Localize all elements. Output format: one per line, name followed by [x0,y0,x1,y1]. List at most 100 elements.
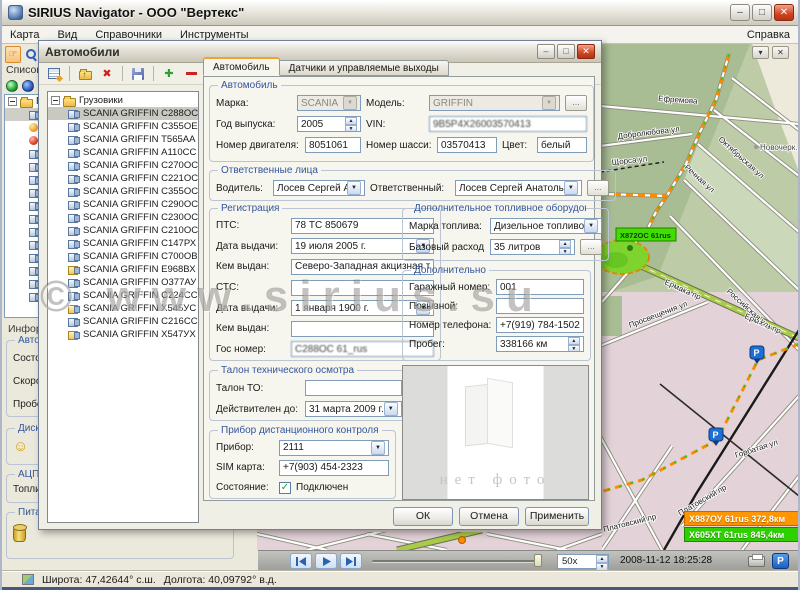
model-browse-button[interactable]: ... [565,95,587,111]
zoom-tool-button[interactable] [23,46,39,63]
collapse-icon[interactable] [8,97,17,106]
spin-up-icon[interactable]: ▲ [568,337,580,345]
spin-up-icon[interactable]: ▲ [345,117,357,125]
persons-browse-button[interactable]: ... [587,180,609,196]
tree-item[interactable]: SCANIA GRIFFIN Е968ВХ 161rus [48,263,198,276]
minimize-button[interactable]: – [730,4,750,21]
restore-button[interactable]: □ [752,4,772,21]
cancel-button[interactable]: Отмена [459,507,519,526]
dialog-close-button[interactable]: ✕ [577,44,595,59]
track-label-orange[interactable]: Х887ОУ 61rus 372,8км [684,511,800,526]
play-button[interactable] [315,553,337,569]
map-canvas[interactable]: Х872ОС 61rus P P Ефремова Добролюбова ул… [600,44,799,550]
sim-field[interactable]: +7(903) 454-2323 [279,460,389,476]
model-select[interactable]: GRIFFIN ▼ [429,95,560,111]
tree-item[interactable]: SCANIA GRIFFIN С355ОС 61rus [48,185,198,198]
tree-item[interactable]: SCANIA GRIFFIN С147РХ 161rus [48,237,198,250]
tree-item[interactable]: SCANIA GRIFFIN С210ОС 61rus [48,224,198,237]
map-collapse-button[interactable]: ▾ [752,46,769,59]
responsible-select[interactable]: Лосев Сергей Анатоль ▼ [455,180,582,196]
callsign-field[interactable] [496,298,584,314]
menu-item[interactable]: Справочники [95,29,162,41]
dropdown-arrow-icon[interactable]: ▼ [384,402,398,416]
chassis-field[interactable]: 03570413 [437,137,497,153]
close-button[interactable]: ✕ [774,4,794,21]
spin-up-icon[interactable]: ▲ [559,240,571,248]
dropdown-arrow-icon[interactable]: ▼ [347,181,361,195]
ok-button[interactable]: ОК [393,507,453,526]
timeline-slider-thumb[interactable] [534,554,542,567]
spin-down-icon[interactable]: ▼ [345,125,357,132]
brand-select[interactable]: SCANIA ▼ [297,95,361,111]
tab-sensors[interactable]: Датчики и управляемые выходы [280,60,449,76]
fuel-brand-select[interactable]: Дизельное топливо ▼ [490,218,602,234]
tree-item[interactable]: SCANIA GRIFFIN С700ОВ 61rus [48,250,198,263]
year-stepper[interactable]: 2005 ▲▼ [297,116,361,132]
dropdown-arrow-icon[interactable]: ▼ [564,181,578,195]
spin-up-icon[interactable]: ▲ [596,555,608,563]
spin-down-icon[interactable]: ▼ [559,248,571,255]
tree-item[interactable]: SCANIA GRIFFIN С216СС 61rus [48,315,198,328]
skip-back-button[interactable] [290,553,312,569]
tree-item[interactable]: SCANIA GRIFFIN С270ОС 61rus [48,159,198,172]
map-close-button[interactable]: ✕ [772,46,789,59]
vin-field[interactable]: 9В5Р4Х26003570413 [429,116,587,132]
skip-forward-button[interactable] [340,553,362,569]
color-field[interactable]: белый [537,137,587,153]
globe-blue-icon[interactable] [22,80,34,92]
import-button[interactable]: ↑ [76,65,94,82]
engine-field[interactable]: 8051061 [305,137,361,153]
save-button[interactable] [129,65,147,82]
tree-item[interactable]: SCANIA GRIFFIN С290ОС 61rus [48,198,198,211]
tree-item[interactable]: SCANIA GRIFFIN С224СС 61rus [48,289,198,302]
device-select[interactable]: 2111 ▼ [279,440,389,456]
menu-item[interactable]: Карта [10,29,39,41]
tree-item[interactable]: SCANIA GRIFFIN С221ОС 61rus [48,172,198,185]
tree-item[interactable]: SCANIA GRIFFIN С288ОС 61rus [48,107,198,120]
menu-item[interactable]: Инструменты [180,29,249,41]
fuel-browse-button[interactable]: ... [580,239,602,255]
printer-icon[interactable] [748,556,765,567]
driver-select[interactable]: Лосев Сергей Анатоль ▼ [273,180,365,196]
dialog-minimize-button[interactable]: – [537,44,555,59]
speed-input[interactable]: 50x ▲ ▼ [557,554,609,569]
valid-until-picker[interactable]: 31 марта 2009 г. ▼ [305,401,402,417]
vehicle-tree[interactable]: Грузовики SCANIA GRIFFIN С288ОС 61rus SC… [47,91,199,523]
tree-item[interactable]: SCANIA GRIFFIN Х545УС 161rus [48,302,198,315]
remove-button[interactable] [182,65,200,82]
vehicle-marker[interactable] [627,245,633,251]
tree-item[interactable]: SCANIA GRIFFIN С355ОЕ 61rus [48,120,198,133]
speed-stepper[interactable]: ▲ ▼ [596,555,608,569]
delete-button[interactable]: ✖ [98,65,116,82]
tab-vehicle[interactable]: Автомобиль [203,57,280,76]
globe-green-icon[interactable] [6,80,18,92]
dropdown-arrow-icon[interactable]: ▼ [371,441,385,455]
tree-root[interactable]: Грузовики [48,94,198,107]
vehicle-label[interactable]: Х872ОС 61rus [616,228,676,241]
add-button[interactable]: ✚ [160,65,178,82]
edit-list-button[interactable] [45,65,63,82]
menu-item-help[interactable]: Справка [747,29,790,41]
garage-number-field[interactable]: 001 [496,279,584,295]
dropdown-arrow-icon[interactable]: ▼ [584,219,598,233]
mileage-stepper[interactable]: 338166 км ▲▼ [496,336,584,352]
connected-checkbox[interactable]: ✓ [279,482,291,494]
dropdown-arrow-icon[interactable]: ▼ [542,96,556,110]
dialog-maximize-button[interactable]: □ [557,44,575,59]
apply-button[interactable]: Применить [525,507,589,526]
menu-item[interactable]: Вид [57,29,77,41]
tree-item[interactable]: SCANIA GRIFFIN Х547УХ 161rus [48,328,198,341]
timeline-slider[interactable] [372,560,542,563]
track-label-green[interactable]: Х605ХТ 61rus 845,4км [684,527,800,542]
inspection-ticket-field[interactable] [305,380,402,396]
tree-item[interactable]: SCANIA GRIFFIN Т565АА 61rus [48,133,198,146]
dropdown-arrow-icon[interactable]: ▼ [343,96,357,110]
base-consumption-stepper[interactable]: 35 литров ▲▼ [490,239,575,255]
tree-item[interactable]: SCANIA GRIFFIN С230ОС 61rus [48,211,198,224]
tree-item[interactable]: SCANIA GRIFFIN О377АУ 61rus [48,276,198,289]
collapse-icon[interactable] [51,96,60,105]
tree-item[interactable]: SCANIA GRIFFIN А110СС 61rus [48,146,198,159]
parking-toggle-button[interactable]: P [772,553,789,569]
spin-down-icon[interactable]: ▼ [596,563,608,571]
spin-down-icon[interactable]: ▼ [568,345,580,352]
